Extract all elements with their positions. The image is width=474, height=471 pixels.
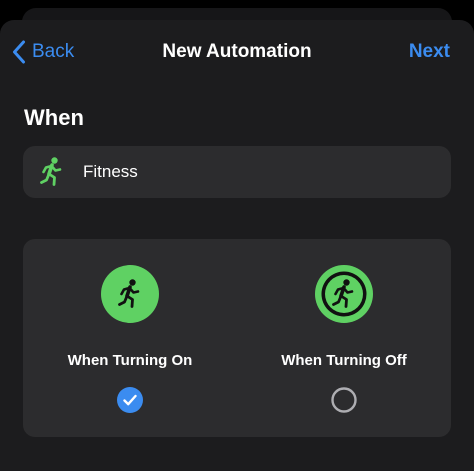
trigger-options-card: When Turning On When Turning Off [23,239,451,437]
next-button[interactable]: Next [409,40,450,64]
figure-run-outlined-circle-icon [315,265,373,323]
option-label: When Turning Off [281,352,407,369]
figure-run-filled-circle-icon [101,265,159,323]
back-button[interactable]: Back [12,40,74,64]
automation-sheet: Back New Automation Next When Fitness Wh… [0,20,474,471]
option-label: When Turning On [67,352,193,369]
checkmark-circle-icon[interactable] [117,387,143,413]
trigger-label: Fitness [83,162,138,181]
navigation-bar: Back New Automation Next [0,20,474,84]
back-button-label: Back [32,41,75,62]
chevron-left-icon [13,40,25,64]
section-heading: When [24,105,84,130]
option-when-turning-on[interactable]: When Turning On [23,239,237,437]
option-when-turning-off[interactable]: When Turning Off [237,239,451,437]
empty-circle-icon[interactable] [331,387,357,413]
figure-run-icon [37,157,67,187]
trigger-row-fitness[interactable]: Fitness [23,146,451,198]
screen: Back New Automation Next When Fitness Wh… [0,0,474,471]
